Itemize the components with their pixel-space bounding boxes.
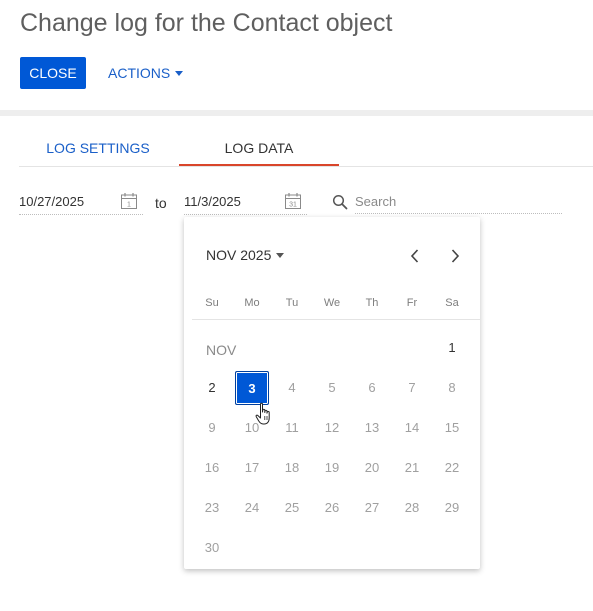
calendar-day[interactable]: 22 [435, 451, 469, 485]
calendar-day[interactable]: 15 [435, 411, 469, 445]
calendar-day[interactable]: 30 [195, 531, 229, 565]
date-to-field[interactable]: 11/3/2025 31 [184, 190, 307, 215]
actions-label: ACTIONS [108, 65, 171, 81]
calendar-day[interactable]: 13 [355, 411, 389, 445]
actions-dropdown-button[interactable]: ACTIONS [108, 57, 184, 89]
month-year-selector[interactable]: NOV 2025 [206, 247, 285, 263]
month-year-label: NOV 2025 [206, 247, 272, 263]
calendar-day[interactable]: 28 [395, 491, 429, 525]
chevron-left-icon[interactable] [407, 247, 423, 265]
calendar-day[interactable]: 29 [435, 491, 469, 525]
calendar-day[interactable]: 26 [315, 491, 349, 525]
date-picker-popup: NOV 2025 Su Mo Tu We Th Fr Sa NOV 1 2 3 4 5 6 7 8 9 10 1… [184, 217, 480, 569]
calendar-day[interactable]: 24 [235, 491, 269, 525]
calendar-day[interactable]: 18 [275, 451, 309, 485]
search-box [332, 190, 562, 214]
calendar-day[interactable]: 2 [195, 371, 229, 405]
weekday-header: Th [365, 297, 379, 309]
caret-down-icon [276, 252, 285, 258]
calendar-day[interactable]: 27 [355, 491, 389, 525]
date-from-value: 10/27/2025 [19, 194, 85, 209]
calendar-month-label: NOV [206, 342, 237, 358]
search-icon [332, 194, 348, 210]
page-title: Change log for the Contact object [20, 9, 393, 37]
calendar-day[interactable]: 20 [355, 451, 389, 485]
chevron-right-icon[interactable] [447, 247, 463, 265]
weekday-header: We [323, 297, 341, 309]
to-label: to [155, 195, 167, 211]
calendar-day[interactable]: 23 [195, 491, 229, 525]
weekday-header: Mo [244, 297, 260, 309]
calendar-day[interactable]: 19 [315, 451, 349, 485]
date-from-field[interactable]: 10/27/2025 1 [19, 190, 143, 215]
calendar-day[interactable]: 16 [195, 451, 229, 485]
calendar-icon[interactable]: 31 [284, 192, 302, 210]
date-to-value: 11/3/2025 [184, 194, 241, 209]
close-button[interactable]: CLOSE [20, 57, 86, 89]
calendar-icon[interactable]: 1 [120, 192, 138, 210]
calendar-day[interactable]: 10 [235, 411, 269, 445]
weekday-header: Fr [406, 297, 418, 309]
calendar-day[interactable]: 17 [235, 451, 269, 485]
search-input[interactable] [355, 190, 562, 214]
calendar-day[interactable]: 1 [435, 331, 469, 365]
header-divider [0, 110, 593, 116]
calendar-day[interactable]: 21 [395, 451, 429, 485]
calendar-day[interactable]: 4 [275, 371, 309, 405]
calendar-day[interactable]: 11 [275, 411, 309, 445]
calendar-icon-day: 31 [289, 202, 297, 209]
calendar-divider [192, 319, 480, 320]
calendar-day[interactable]: 6 [355, 371, 389, 405]
calendar-day[interactable]: 5 [315, 371, 349, 405]
tab-log-data[interactable]: LOG DATA [179, 130, 339, 166]
weekday-header: Tu [285, 297, 299, 309]
caret-down-icon [175, 70, 184, 76]
weekday-header: Su [205, 297, 219, 309]
tabs-divider [19, 166, 593, 167]
calendar-day[interactable]: 7 [395, 371, 429, 405]
calendar-day[interactable]: 9 [195, 411, 229, 445]
calendar-day[interactable]: 25 [275, 491, 309, 525]
calendar-day-selected[interactable]: 3 [235, 371, 269, 405]
weekday-header: Sa [445, 297, 459, 309]
calendar-day[interactable]: 14 [395, 411, 429, 445]
calendar-day[interactable]: 12 [315, 411, 349, 445]
tab-log-settings[interactable]: LOG SETTINGS [19, 130, 177, 166]
calendar-icon-day: 1 [127, 202, 131, 209]
calendar-day[interactable]: 8 [435, 371, 469, 405]
